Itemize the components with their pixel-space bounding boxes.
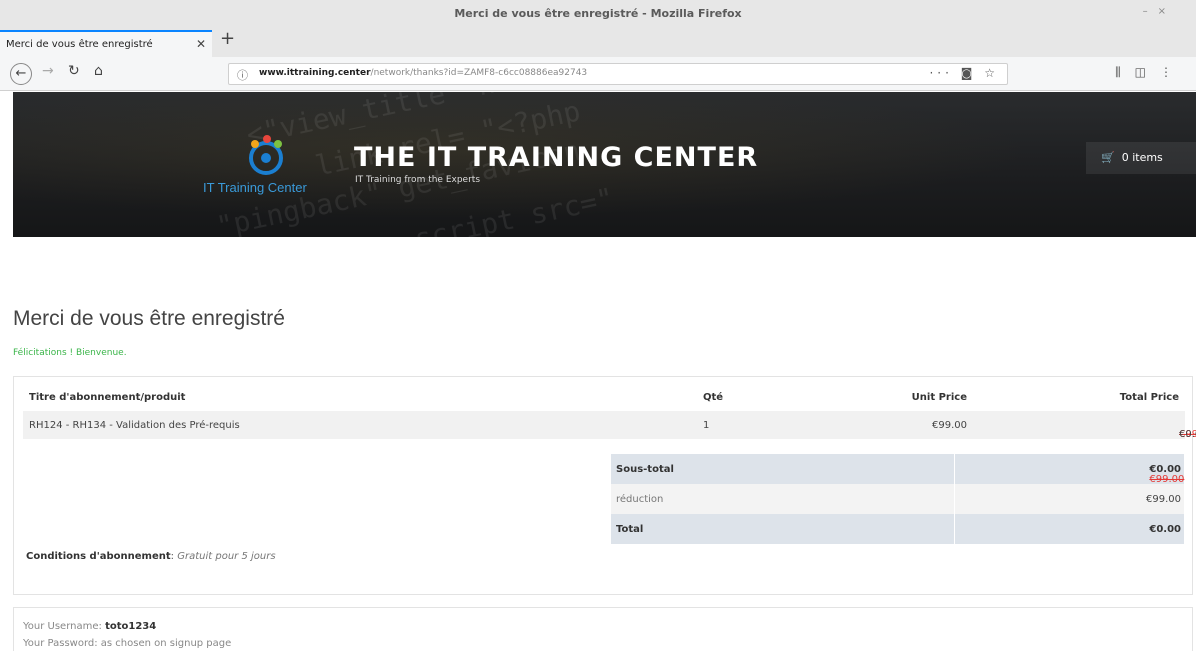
page-actions[interactable]: ··· ◙ ☆ (929, 66, 999, 80)
tab-close-icon[interactable]: ✕ (196, 37, 206, 51)
library-icon[interactable]: ⫼ (1115, 65, 1135, 79)
discount-row: réduction €99.00 (611, 484, 1184, 514)
welcome-message: Félicitations ! Bienvenue. (13, 348, 127, 358)
item-title: RH124 - RH134 - Validation des Pré-requi… (29, 420, 240, 431)
menu-icon[interactable]: ⋮ (1160, 65, 1186, 79)
column-divider (954, 454, 955, 544)
subtotal-label: Sous-total (616, 464, 674, 475)
header-unit-price: Unit Price (911, 392, 967, 403)
site-tagline: IT Training from the Experts (355, 175, 481, 185)
site-info-icon[interactable]: ⓘ (237, 67, 248, 83)
conditions-value: Gratuit pour 5 jours (177, 551, 276, 562)
cart-icon: 🛒 (1101, 151, 1115, 164)
tab-title: Merci de vous être enregistré (6, 39, 153, 50)
subtotal-value: €99.00 €0.00 (1149, 464, 1184, 485)
window-titlebar: Merci de vous être enregistré - Mozilla … (0, 0, 1196, 30)
item-new-price: €0.00 (1179, 429, 1196, 440)
totals-table: Sous-total €99.00 €0.00 réduction €99.00… (611, 454, 1184, 544)
close-window-icon[interactable]: × (1158, 6, 1176, 17)
window-title: Merci de vous être enregistré - Mozilla … (454, 7, 742, 20)
discount-label: réduction (616, 494, 664, 505)
url-path: /network/thanks?id=ZAMF8-c6cc08886ea9274… (370, 68, 588, 78)
username-line: Your Username: toto1234 (23, 621, 156, 632)
minimize-icon[interactable]: – (1143, 6, 1158, 17)
header-total-price: Total Price (1119, 392, 1179, 403)
site-title[interactable]: THE IT TRAINING CENTER (354, 142, 758, 173)
browser-tab[interactable]: Merci de vous être enregistré ✕ (0, 30, 212, 57)
home-button[interactable]: ⌂ (94, 63, 103, 79)
account-details: Your Username: toto1234 Your Password: a… (13, 607, 1193, 651)
discount-value: €99.00 (1146, 494, 1181, 505)
new-tab-icon[interactable]: + (220, 28, 235, 49)
conditions-label: Conditions d'abonnement (26, 551, 171, 562)
url-domain: www.ittraining.center (259, 68, 371, 78)
table-row: RH124 - RH134 - Validation des Pré-requi… (23, 411, 1196, 440)
total-label: Total (616, 524, 644, 535)
subtotal-row: Sous-total €99.00 €0.00 (611, 454, 1184, 485)
url-text[interactable]: www.ittraining.center/network/thanks?id=… (259, 68, 587, 78)
sidebar-icon[interactable]: ◫ (1135, 65, 1160, 79)
more-actions-icon[interactable]: ··· (929, 66, 952, 80)
back-button[interactable]: ← (10, 63, 32, 85)
navigation-toolbar: ← → ↻ ⌂ ⓘ www.ittraining.center/network/… (0, 57, 1196, 91)
pocket-icon[interactable]: ◙ (961, 66, 977, 80)
cart-label: 0 items (1121, 151, 1163, 164)
table-header: Titre d'abonnement/produit Qté Unit Pric… (23, 383, 1185, 411)
toolbar-icons: ⫼◫⋮ (1115, 65, 1186, 80)
username-value: toto1234 (105, 621, 157, 632)
bookmark-star-icon[interactable]: ☆ (984, 66, 999, 80)
total-row: Total €0.00 (611, 514, 1184, 544)
order-summary: Titre d'abonnement/produit Qté Unit Pric… (13, 376, 1196, 595)
subscription-conditions: Conditions d'abonnement: Gratuit pour 5 … (26, 551, 276, 562)
window-controls[interactable]: –× (1143, 6, 1176, 17)
reload-button[interactable]: ↻ (68, 63, 80, 79)
logo-text[interactable]: IT Training Center (203, 180, 307, 195)
logo-icon (249, 135, 283, 175)
forward-button[interactable]: → (42, 63, 54, 79)
page-title: Merci de vous être enregistré (13, 307, 285, 330)
item-unit-price: €99.00 (932, 420, 967, 431)
header-qty: Qté (703, 392, 724, 403)
site-header: <"view_title" href="h link rel= "<?php "… (13, 92, 1196, 237)
cart-button[interactable]: 🛒 0 items (1086, 142, 1196, 174)
total-value: €0.00 (1149, 524, 1181, 535)
header-title: Titre d'abonnement/produit (29, 392, 186, 403)
password-line: Your Password: as chosen on signup page (23, 638, 232, 649)
url-bar[interactable]: ⓘ www.ittraining.center/network/thanks?i… (228, 63, 1008, 85)
item-qty: 1 (703, 420, 710, 431)
username-label: Your Username: (23, 621, 106, 632)
